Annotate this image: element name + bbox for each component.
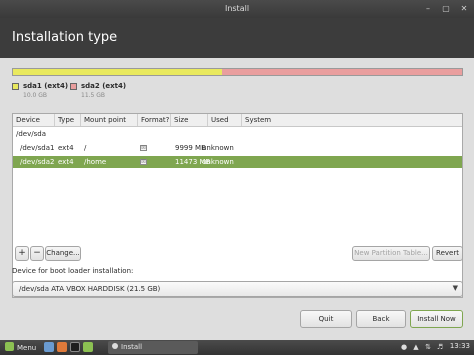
cell-device: /dev/sda2 <box>20 158 55 166</box>
legend-swatch <box>12 83 19 90</box>
remove-partition-button[interactable]: − <box>30 246 44 261</box>
window-titlebar: Install – ▢ ✕ <box>0 0 474 18</box>
cell-mount-point: /home <box>84 158 107 166</box>
files-icon[interactable] <box>83 342 93 352</box>
user-icon[interactable]: ● <box>400 343 408 351</box>
column-header-used[interactable]: Used <box>208 114 242 126</box>
change-partition-button[interactable]: Change... <box>45 246 81 261</box>
boot-loader-select[interactable]: /dev/sda ATA VBOX HARDDISK (21.5 GB) ▼ <box>12 281 463 297</box>
chevron-down-icon: ▼ <box>452 284 458 292</box>
add-partition-button[interactable]: + <box>15 246 29 261</box>
installer-content: sda1 (ext4) 10.0 GB sda2 (ext4) 11.5 GB … <box>0 58 474 340</box>
menu-label: Menu <box>17 344 37 352</box>
legend-size: 10.0 GB <box>23 92 48 99</box>
mint-logo-icon <box>5 342 14 351</box>
quit-button[interactable]: Quit <box>300 310 352 328</box>
column-header-system[interactable]: System <box>242 114 462 126</box>
install-now-button[interactable]: Install Now <box>410 310 463 328</box>
back-button[interactable]: Back <box>356 310 406 328</box>
clock[interactable]: 13:33 <box>450 342 470 350</box>
page-title: Installation type <box>12 30 118 45</box>
page-header: Installation type <box>0 18 474 58</box>
cell-mount-point: / <box>84 144 87 152</box>
minimize-button[interactable]: – <box>422 3 434 15</box>
terminal-icon[interactable] <box>70 342 80 352</box>
table-row[interactable]: /dev/sda <box>13 128 462 140</box>
taskbar-item-install[interactable]: Install <box>108 341 198 354</box>
installer-app-icon <box>112 343 118 349</box>
format-checkbox[interactable]: ☒ <box>140 159 147 165</box>
cell-used: unknown <box>202 158 234 166</box>
boot-loader-select-value: /dev/sda ATA VBOX HARDDISK (21.5 GB) <box>19 285 161 293</box>
column-header-type[interactable]: Type <box>55 114 81 126</box>
boot-loader-label: Device for boot loader installation: <box>12 267 134 275</box>
partition-bar-segment-sda2 <box>222 69 462 75</box>
format-checkbox[interactable]: ☒ <box>140 145 147 151</box>
column-header-format[interactable]: Format? <box>138 114 171 126</box>
table-header: Device Type Mount point Format? Size Use… <box>13 114 462 127</box>
new-partition-table-button[interactable]: New Partition Table... <box>352 246 430 261</box>
column-header-size[interactable]: Size <box>171 114 208 126</box>
table-row[interactable]: /dev/sda1 ext4 / ☒ 9999 MB unknown <box>13 142 462 154</box>
shield-icon[interactable]: ▲ <box>412 343 420 351</box>
maximize-button[interactable]: ▢ <box>440 3 452 15</box>
revert-button[interactable]: Revert <box>432 246 463 261</box>
column-header-mount-point[interactable]: Mount point <box>81 114 138 126</box>
taskbar-item-label: Install <box>121 343 143 351</box>
close-button[interactable]: ✕ <box>458 3 470 15</box>
cell-type: ext4 <box>58 158 74 166</box>
legend-size: 11.5 GB <box>81 92 106 99</box>
legend-name: sda1 (ext4) <box>23 82 69 90</box>
volume-icon[interactable]: ♬ <box>436 343 444 351</box>
show-desktop-icon[interactable] <box>44 342 54 352</box>
legend-name: sda2 (ext4) <box>81 82 127 90</box>
legend-swatch <box>70 83 77 90</box>
network-icon[interactable]: ⇅ <box>424 343 432 351</box>
cell-used: unknown <box>202 144 234 152</box>
taskbar: Menu Install ● ▲ ⇅ ♬ 13:33 <box>0 340 474 355</box>
cell-device: /dev/sda <box>16 130 46 138</box>
partition-bar-segment-sda1 <box>13 69 222 75</box>
cell-device: /dev/sda1 <box>20 144 55 152</box>
table-row-selected[interactable]: /dev/sda2 ext4 /home ☒ 11473 MB unknown <box>13 156 462 168</box>
column-header-device[interactable]: Device <box>13 114 55 126</box>
cell-type: ext4 <box>58 144 74 152</box>
window-title: Install <box>224 4 250 13</box>
start-menu-button[interactable]: Menu <box>5 342 36 352</box>
partition-bar <box>12 68 463 76</box>
firefox-icon[interactable] <box>57 342 67 352</box>
